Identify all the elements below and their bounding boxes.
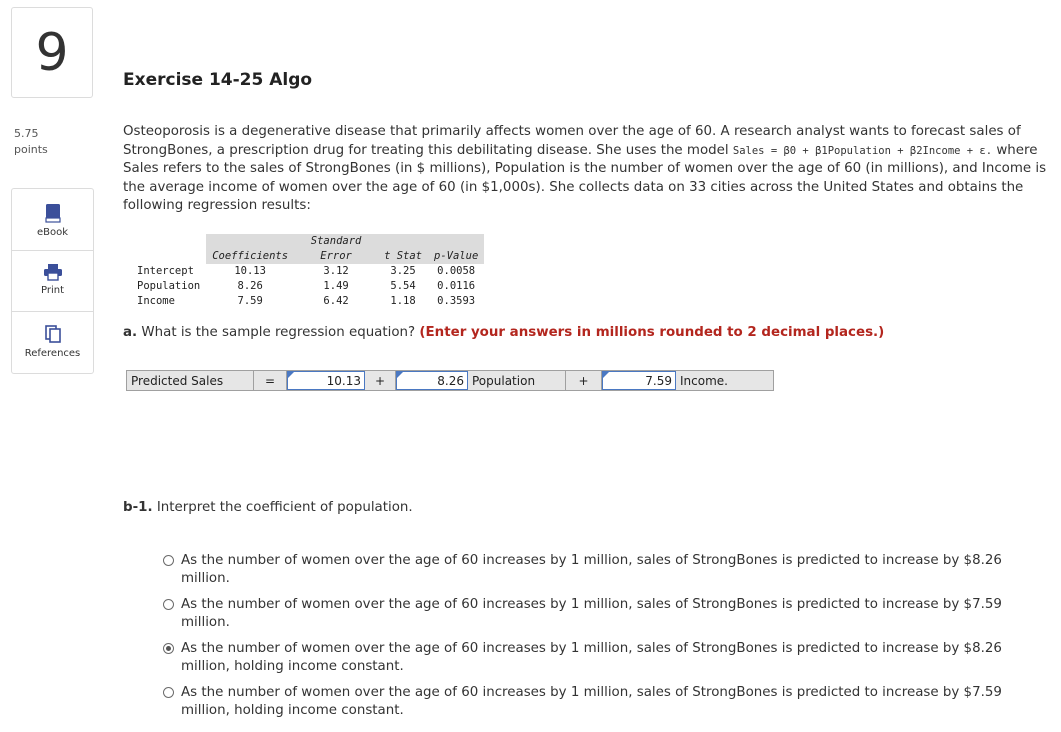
references-button[interactable]: References — [12, 324, 93, 359]
table-header-row: Coefficients Standard Error t Stat p-Val… — [131, 234, 485, 264]
intercept-input[interactable]: 10.13 — [287, 371, 365, 390]
option-text: As the number of women over the age of 6… — [181, 553, 1002, 586]
part-b1-question: b-1. Interpret the coefficient of popula… — [123, 500, 413, 515]
part-b1-text: Interpret the coefficient of population. — [152, 500, 413, 515]
printer-icon — [43, 264, 62, 281]
part-a-question: a. What is the sample regression equatio… — [123, 325, 884, 340]
cell-t-stat: 1.18 — [390, 295, 416, 307]
cell-coefficient: 10.13 — [234, 265, 266, 277]
population-coefficient-input[interactable]: 8.26 — [396, 371, 468, 390]
references-label: References — [24, 348, 81, 359]
population-term-label: Population — [468, 371, 566, 390]
cell-standard-error: 1.49 — [323, 280, 349, 292]
points-value: 5.75 — [14, 127, 39, 140]
cell-p-value: 0.0058 — [437, 265, 476, 277]
cell-standard-error: 6.42 — [323, 295, 349, 307]
radio-button[interactable] — [163, 599, 174, 610]
table-header: Standard Error — [294, 234, 379, 264]
income-term-label: Income. — [680, 373, 728, 388]
regression-results-table: Coefficients Standard Error t Stat p-Val… — [131, 234, 485, 309]
income-coefficient-input[interactable]: 7.59 — [602, 371, 676, 390]
radio-button-selected[interactable] — [163, 643, 174, 654]
plus-sign: + — [566, 371, 602, 390]
table-header-blank — [131, 234, 207, 264]
cell-t-stat: 3.25 — [390, 265, 416, 277]
tool-divider — [12, 250, 93, 251]
answer-option[interactable]: As the number of women over the age of 6… — [163, 684, 1043, 720]
model-equation: Sales = β0 + β1Population + β2Income + ε… — [732, 144, 993, 157]
exercise-title: Exercise 14-25 Algo — [123, 70, 313, 90]
cell-p-value: 0.3593 — [437, 295, 476, 307]
equals-sign: = — [254, 371, 287, 390]
table-row: Population 8.26 1.49 5.54 0.0116 — [131, 279, 484, 294]
ebook-button[interactable]: eBook — [12, 203, 93, 238]
answer-option[interactable]: As the number of women over the age of 6… — [163, 596, 1043, 632]
cell-standard-error: 3.12 — [323, 265, 349, 277]
cell-p-value: 0.0116 — [437, 280, 476, 292]
table-row: Intercept 10.13 3.12 3.25 0.0058 — [131, 264, 484, 279]
option-text: As the number of women over the age of 6… — [181, 685, 1002, 718]
predicted-sales-label: Predicted Sales — [127, 371, 254, 390]
book-icon — [44, 204, 61, 223]
question-number-box: 9 — [11, 7, 93, 98]
option-text: As the number of women over the age of 6… — [181, 597, 1002, 630]
part-a-instruction: (Enter your answers in millions rounded … — [419, 325, 885, 340]
radio-button[interactable] — [163, 687, 174, 698]
table-header: t Stat — [378, 234, 429, 264]
option-text: As the number of women over the age of 6… — [181, 641, 1002, 674]
answer-options: As the number of women over the age of 6… — [163, 552, 1043, 728]
row-label: Intercept — [137, 265, 194, 277]
part-a-label: a. — [123, 325, 138, 340]
tools-panel: eBook Print References — [11, 188, 94, 374]
print-button[interactable]: Print — [12, 263, 93, 296]
part-b1-label: b-1. — [123, 500, 153, 515]
answer-option[interactable]: As the number of women over the age of 6… — [163, 640, 1043, 676]
references-icon — [44, 325, 61, 343]
tool-divider — [12, 311, 93, 312]
ebook-label: eBook — [36, 227, 69, 238]
regression-equation-row: Predicted Sales = 10.13 + 8.26 Populatio… — [126, 370, 774, 391]
question-number: 9 — [35, 22, 69, 83]
table-row: Income 7.59 6.42 1.18 0.3593 — [131, 294, 484, 309]
cell-t-stat: 5.54 — [390, 280, 416, 292]
points-label: points — [14, 143, 48, 156]
radio-button[interactable] — [163, 555, 174, 566]
cell-coefficient: 7.59 — [237, 295, 263, 307]
question-prompt: Osteoporosis is a degenerative disease t… — [123, 123, 1058, 216]
print-label: Print — [40, 285, 64, 296]
plus-sign: + — [365, 371, 396, 390]
answer-option[interactable]: As the number of women over the age of 6… — [163, 552, 1043, 588]
row-label: Income — [137, 295, 175, 307]
part-a-text: What is the sample regression equation? — [137, 325, 420, 340]
table-header: p-Value — [428, 234, 485, 264]
table-header: Coefficients — [206, 234, 295, 264]
cell-coefficient: 8.26 — [237, 280, 263, 292]
row-label: Population — [137, 280, 201, 292]
points-info: 5.75 points — [14, 126, 48, 158]
